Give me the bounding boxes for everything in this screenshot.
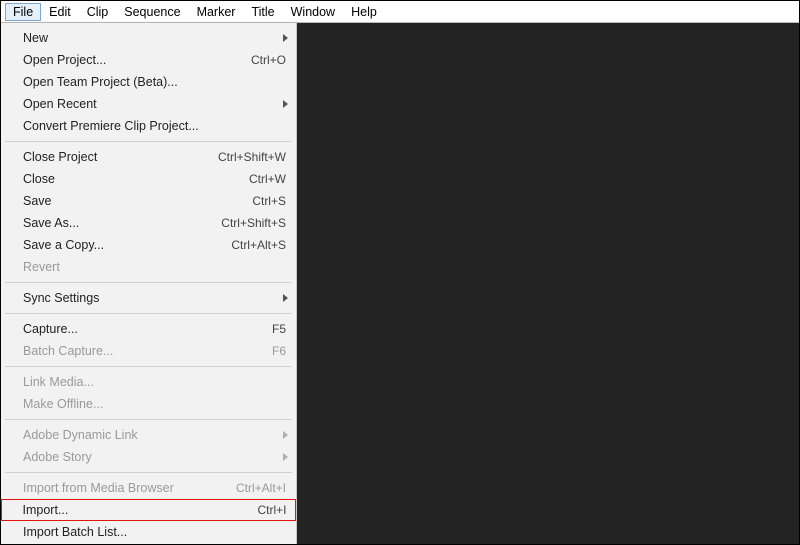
menu-item-label: Convert Premiere Clip Project... [23, 119, 286, 133]
menu-item-shortcut: Ctrl+Shift+W [208, 150, 286, 164]
menu-item-open-project[interactable]: Open Project... Ctrl+O [1, 49, 296, 71]
stage: New Open Project... Ctrl+O Open Team Projec… [1, 23, 799, 544]
menu-item-shortcut: F6 [208, 344, 286, 358]
file-menu-dropdown: New Open Project... Ctrl+O Open Team Projec… [1, 23, 297, 544]
menu-item-revert: Revert [1, 256, 296, 278]
menu-item-label: Open Recent [23, 97, 286, 111]
menu-item-shortcut: Ctrl+Alt+S [208, 238, 286, 252]
menu-item-sync-settings[interactable]: Sync Settings [1, 287, 296, 309]
menu-item-shortcut: Ctrl+S [208, 194, 286, 208]
menu-item-label: Import... [23, 503, 201, 517]
menu-item-label: New [23, 31, 286, 45]
menu-item-adobe-dynamic-link: Adobe Dynamic Link [1, 424, 296, 446]
menu-item-convert-premiere-clip-project[interactable]: Convert Premiere Clip Project... [1, 115, 296, 137]
menu-item-label: Save a Copy... [23, 238, 200, 252]
menu-item-label: Close [23, 172, 200, 186]
menu-item-import-batch-list[interactable]: Import Batch List... [1, 521, 296, 543]
menu-item-capture[interactable]: Capture... F5 [1, 318, 296, 340]
menu-item-label: Capture... [23, 322, 200, 336]
chevron-right-icon [283, 34, 288, 42]
menu-item-shortcut: Ctrl+W [208, 172, 286, 186]
menu-item-label: Save [23, 194, 200, 208]
menubar-item-marker[interactable]: Marker [189, 3, 244, 21]
program-viewport [297, 23, 799, 544]
menu-item-import[interactable]: Import... Ctrl+I [1, 499, 296, 521]
menu-item-label: Import Batch List... [23, 525, 286, 539]
menu-item-label: Open Team Project (Beta)... [23, 75, 286, 89]
menubar-item-file[interactable]: File [5, 3, 41, 21]
menu-item-shortcut: Ctrl+I [209, 503, 287, 517]
menu-item-save-as[interactable]: Save As... Ctrl+Shift+S [1, 212, 296, 234]
menu-item-batch-capture: Batch Capture... F6 [1, 340, 296, 362]
menu-item-save-a-copy[interactable]: Save a Copy... Ctrl+Alt+S [1, 234, 296, 256]
chevron-right-icon [283, 453, 288, 461]
menu-item-shortcut: F5 [208, 322, 286, 336]
menu-item-label: Import from Media Browser [23, 481, 200, 495]
menu-item-label: Batch Capture... [23, 344, 200, 358]
menubar: File Edit Clip Sequence Marker Title Win… [1, 1, 799, 23]
menu-item-save[interactable]: Save Ctrl+S [1, 190, 296, 212]
menubar-item-help[interactable]: Help [343, 3, 385, 21]
menu-item-link-media: Link Media... [1, 371, 296, 393]
menubar-item-clip[interactable]: Clip [79, 3, 117, 21]
menubar-item-sequence[interactable]: Sequence [116, 3, 188, 21]
chevron-right-icon [283, 294, 288, 302]
menu-item-new[interactable]: New [1, 27, 296, 49]
menu-item-label: Adobe Story [23, 450, 286, 464]
menubar-item-window[interactable]: Window [283, 3, 343, 21]
menu-item-import-from-media-browser: Import from Media Browser Ctrl+Alt+I [1, 477, 296, 499]
menu-item-open-recent[interactable]: Open Recent [1, 93, 296, 115]
menu-separator [5, 313, 292, 314]
menu-item-label: Adobe Dynamic Link [23, 428, 286, 442]
chevron-right-icon [283, 431, 288, 439]
menu-item-make-offline: Make Offline... [1, 393, 296, 415]
menu-item-shortcut: Ctrl+O [208, 53, 286, 67]
menu-item-label: Save As... [23, 216, 200, 230]
menu-item-close-project[interactable]: Close Project Ctrl+Shift+W [1, 146, 296, 168]
menu-item-label: Link Media... [23, 375, 286, 389]
menu-item-label: Open Project... [23, 53, 200, 67]
menu-separator [5, 141, 292, 142]
chevron-right-icon [283, 100, 288, 108]
menubar-item-edit[interactable]: Edit [41, 3, 79, 21]
menu-item-label: Close Project [23, 150, 200, 164]
menu-item-open-team-project-beta[interactable]: Open Team Project (Beta)... [1, 71, 296, 93]
menu-separator [5, 282, 292, 283]
menu-item-label: Revert [23, 260, 286, 274]
menu-separator [5, 472, 292, 473]
menubar-item-title[interactable]: Title [243, 3, 282, 21]
menu-item-shortcut: Ctrl+Alt+I [208, 481, 286, 495]
menu-item-close[interactable]: Close Ctrl+W [1, 168, 296, 190]
menu-item-adobe-story: Adobe Story [1, 446, 296, 468]
menu-separator [5, 366, 292, 367]
menu-separator [5, 419, 292, 420]
menu-item-label: Make Offline... [23, 397, 286, 411]
menu-item-label: Sync Settings [23, 291, 286, 305]
menu-item-shortcut: Ctrl+Shift+S [208, 216, 286, 230]
